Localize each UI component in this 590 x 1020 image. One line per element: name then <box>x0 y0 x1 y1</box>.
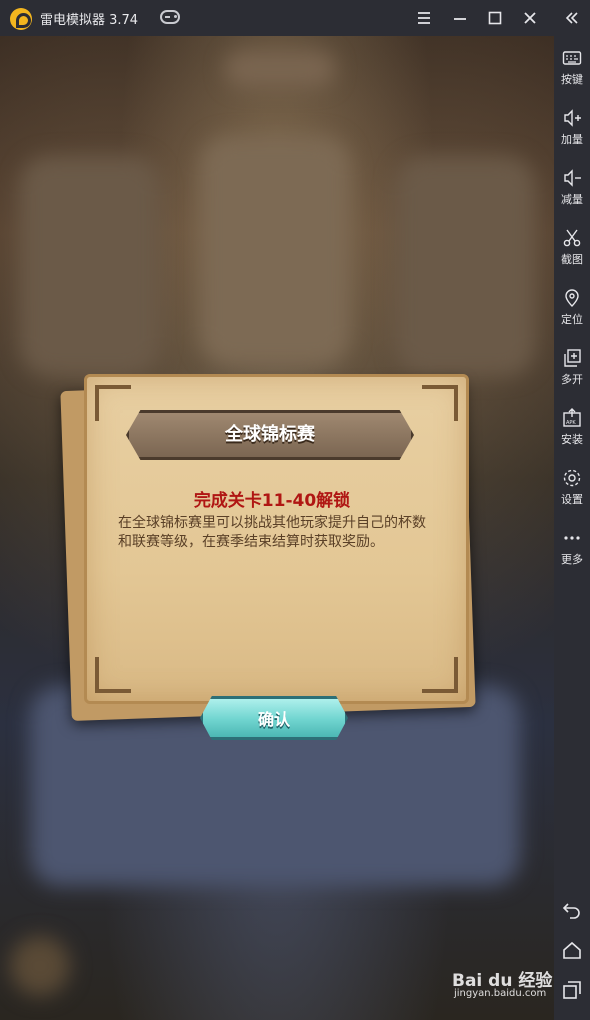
close-button[interactable] <box>518 6 542 30</box>
blurred-card-shape <box>200 136 350 366</box>
menu-button[interactable] <box>412 6 436 30</box>
maximize-icon <box>488 11 502 25</box>
volume-down-icon <box>564 169 581 187</box>
tournament-dialog: 全球锦标赛 完成关卡11-40解锁 在全球锦标赛里可以挑战其他玩家提升自己的杯数… <box>60 366 482 746</box>
sidebar-item-label: 安装 <box>561 433 583 446</box>
sidebar-item-label: 多开 <box>561 373 583 386</box>
double-chevron-left-icon <box>565 12 578 24</box>
svg-text:APK: APK <box>566 420 576 426</box>
watermark-sub: jingyan.baidu.com <box>454 988 547 999</box>
apk-install-icon: APK <box>563 408 581 427</box>
sidebar-item-volume-up[interactable]: 加量 <box>554 104 590 156</box>
sidebar-item-volume-down[interactable]: 减量 <box>554 164 590 216</box>
sidebar-item-install-apk[interactable]: APK 安装 <box>554 404 590 456</box>
minimize-button[interactable] <box>448 6 472 30</box>
emulator-sidebar: 按键 加量 减量 截图 定位 多开 APK 安装 设置 更多 <box>554 36 590 1020</box>
blurred-card-shape <box>395 156 535 376</box>
blurred-card-shape <box>20 156 160 376</box>
hamburger-icon <box>418 12 430 24</box>
sidebar-item-settings[interactable]: 设置 <box>554 464 590 516</box>
sidebar-item-label: 更多 <box>561 553 583 566</box>
blurred-button-shape <box>10 936 70 996</box>
keyboard-icon <box>562 51 582 65</box>
sidebar-item-label: 加量 <box>561 133 583 146</box>
sidebar-item-label: 减量 <box>561 193 583 206</box>
minimize-icon <box>454 18 466 20</box>
app-logo-icon <box>10 8 32 30</box>
emulator-window: 雷电模拟器 3.74 全球锦标赛 完成关卡11-40解锁 在全球锦标赛里可以挑战… <box>0 0 590 1020</box>
corner-ornament <box>422 385 458 421</box>
sidebar-item-label: 定位 <box>561 313 583 326</box>
sidebar-item-label: 截图 <box>561 253 583 266</box>
recent-apps-icon[interactable] <box>562 980 582 1000</box>
corner-ornament <box>422 657 458 693</box>
app-title: 雷电模拟器 3.74 <box>40 13 139 28</box>
dialog-description: 在全球锦标赛里可以挑战其他玩家提升自己的杯数和联赛等级，在赛季结束结算时获取奖励… <box>118 515 426 550</box>
volume-up-icon <box>564 109 581 127</box>
sidebar-item-keymap[interactable]: 按键 <box>554 44 590 96</box>
sidebar-item-more[interactable]: 更多 <box>554 524 590 576</box>
unlock-requirement: 完成关卡11-40解锁 <box>193 491 351 511</box>
corner-ornament <box>95 657 131 693</box>
scissors-icon <box>563 229 581 247</box>
title-bar: 雷电模拟器 3.74 <box>0 0 590 36</box>
more-dots-icon <box>564 536 580 540</box>
baidu-jingyan-watermark: Bai du 经验 jingyan.baidu.com <box>452 966 556 1006</box>
home-icon[interactable] <box>562 940 582 960</box>
back-icon[interactable] <box>562 900 582 920</box>
sidebar-item-location[interactable]: 定位 <box>554 284 590 336</box>
sidebar-item-screenshot[interactable]: 截图 <box>554 224 590 276</box>
gamepad-icon[interactable] <box>160 10 180 24</box>
sidebar-item-label: 设置 <box>561 493 583 506</box>
location-pin-icon <box>565 289 579 307</box>
dialog-title: 全球锦标赛 <box>225 424 315 445</box>
close-icon <box>524 12 536 24</box>
multi-window-icon <box>564 349 581 367</box>
collapse-sidebar-button[interactable] <box>560 6 584 30</box>
sidebar-item-label: 按键 <box>561 73 583 86</box>
confirm-button[interactable]: 确认 <box>200 696 348 740</box>
game-screen[interactable]: 全球锦标赛 完成关卡11-40解锁 在全球锦标赛里可以挑战其他玩家提升自己的杯数… <box>0 36 554 1020</box>
maximize-button[interactable] <box>483 6 507 30</box>
blurred-header-shape <box>225 51 335 87</box>
sidebar-item-multi-instance[interactable]: 多开 <box>554 344 590 396</box>
gear-icon <box>563 469 581 487</box>
